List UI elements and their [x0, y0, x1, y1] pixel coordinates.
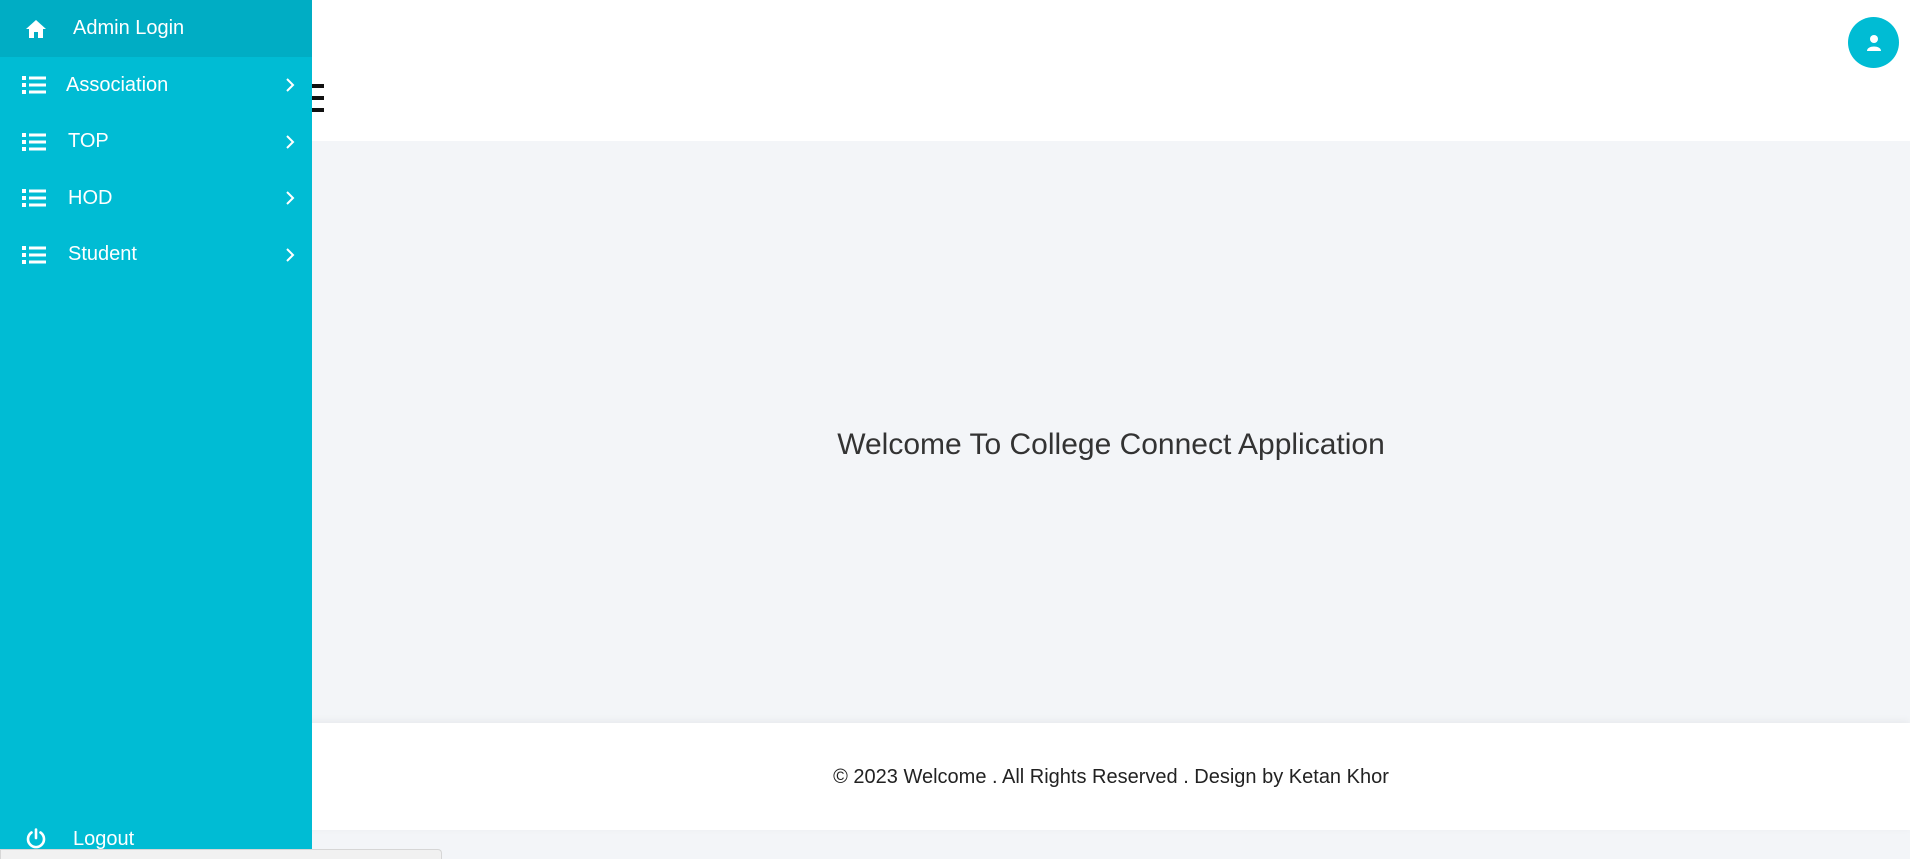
sidebar-item-label: Association: [66, 73, 169, 96]
sidebar-item-hod[interactable]: HOD: [0, 170, 312, 227]
power-icon: [26, 828, 46, 849]
sidebar-item-label: Student: [68, 243, 137, 266]
sidebar-item-top[interactable]: TOP: [0, 114, 312, 171]
sidebar-admin-login-label: Admin Login: [73, 17, 185, 39]
home-icon: [26, 19, 46, 38]
user-icon: [1866, 34, 1881, 51]
sidebar-item-label: HOD: [68, 186, 113, 209]
chevron-right-icon: [286, 191, 295, 205]
footer-copyright: © 2023 Welcome . All Rights Reserved . D…: [833, 766, 1389, 788]
chevron-right-icon: [286, 248, 295, 262]
list-icon: [22, 189, 46, 208]
sidebar-logout-label: Logout: [73, 827, 135, 850]
user-avatar-button[interactable]: [1848, 17, 1899, 68]
sidebar-item-student[interactable]: Student: [0, 227, 312, 284]
chevron-right-icon: [286, 135, 295, 149]
sidebar-admin-login[interactable]: Admin Login: [0, 0, 312, 57]
sidebar-item-label: TOP: [68, 130, 109, 153]
list-icon: [22, 76, 46, 95]
sidebar: Admin Login Association TOP HOD Student …: [0, 0, 312, 850]
browser-status-bar: [0, 849, 442, 859]
sidebar-item-association[interactable]: Association: [0, 57, 312, 114]
chevron-right-icon: [286, 78, 295, 92]
welcome-heading: Welcome To College Connect Application: [837, 428, 1385, 461]
list-icon: [22, 245, 46, 264]
list-icon: [22, 132, 46, 151]
